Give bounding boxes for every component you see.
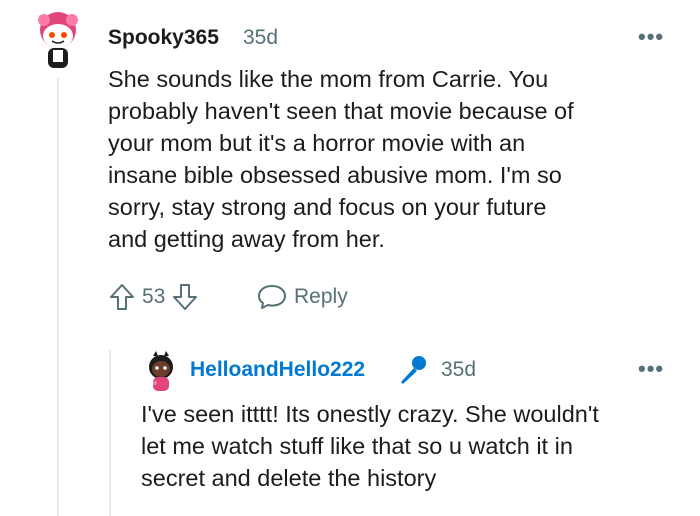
reddit-snoo-avatar	[149, 351, 173, 391]
microphone-icon	[396, 353, 430, 387]
user-avatar[interactable]	[34, 10, 82, 70]
reply-button[interactable]: Reply	[256, 281, 348, 313]
comment-age: 35d	[243, 26, 279, 49]
comment-line: probably haven't seen that movie because…	[108, 98, 574, 124]
thread-line[interactable]	[57, 78, 59, 516]
comment-line: sorry, stay strong and focus on your fut…	[108, 194, 547, 220]
comment-line: She sounds like the mom from Carrie. You	[108, 66, 549, 92]
downvote-button[interactable]	[171, 282, 199, 312]
reply-username[interactable]: HelloandHello222	[190, 358, 365, 382]
reply-thread-line[interactable]	[109, 350, 111, 516]
comment-line: and getting away from her.	[108, 226, 385, 252]
comment-bubble-icon	[258, 285, 286, 309]
reply-more-button[interactable]: •••	[638, 356, 664, 382]
vote-count: 53	[142, 285, 166, 308]
upvote-arrow-icon	[110, 284, 134, 310]
reply-line: I've seen itttt! Its onestly crazy. She …	[141, 401, 599, 427]
reply-body: I've seen itttt! Its onestly crazy. She …	[141, 398, 691, 494]
reply-label: Reply	[294, 285, 348, 308]
comment-line: your mom but it's a horror movie with an	[108, 130, 526, 156]
reply-line: secret and delete the history	[141, 465, 437, 491]
vote-controls: 53	[108, 281, 199, 313]
reply-line: let me watch stuff like that so u watch …	[141, 433, 573, 459]
comment-line: insane bible obsessed abusive mom. I'm s…	[108, 162, 562, 188]
upvote-button[interactable]	[108, 282, 136, 312]
downvote-arrow-icon	[173, 284, 198, 310]
comment-username[interactable]: Spooky365	[108, 26, 219, 50]
reply-age: 35d	[441, 358, 477, 381]
reply-user-avatar[interactable]	[144, 350, 178, 392]
comment-body: She sounds like the mom from Carrie. You…	[108, 63, 688, 255]
comment-more-button[interactable]: •••	[638, 24, 664, 50]
reddit-snoo-avatar	[38, 12, 78, 68]
